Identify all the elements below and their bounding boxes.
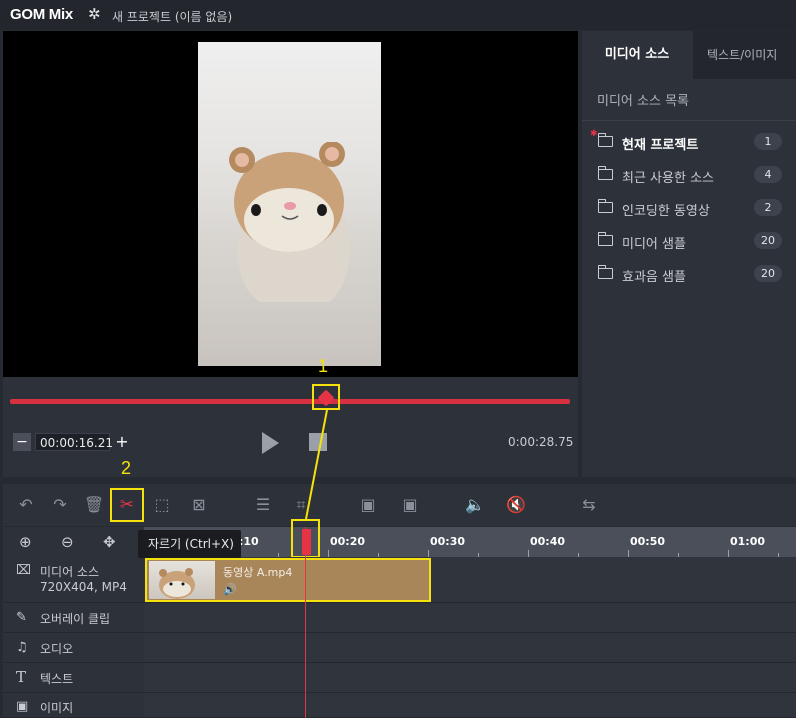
undo-icon[interactable]: ↶ [15, 494, 37, 516]
overlay-clip-icon: ✎ [16, 610, 27, 625]
track-header-text: T 텍스트 [3, 663, 144, 693]
source-count-badge: 20 [754, 265, 782, 282]
ruler-label: 00:30 [430, 535, 466, 548]
video-frame [198, 42, 381, 366]
ruler-tick [328, 550, 329, 557]
ruler-label: 00:40 [530, 535, 566, 548]
clip-thumbnail [149, 561, 215, 599]
folder-icon [597, 166, 613, 180]
image-icon[interactable]: ▣ [357, 494, 379, 516]
track-header-image: ▣ 이미지 [3, 693, 144, 718]
source-item-label: 효과음 샘플 [622, 270, 686, 285]
track-header-media: ⌧ 미디어 소스 720X404, MP4 [3, 557, 144, 603]
remove-range-icon[interactable]: ⊠ [188, 494, 210, 516]
ruler-label: 01:00 [730, 535, 766, 548]
folder-open-icon [597, 133, 613, 147]
track-image[interactable] [144, 693, 796, 718]
highlight-box-2 [110, 488, 144, 522]
crop-icon[interactable]: ⌗ [290, 494, 312, 516]
adjust-sliders-icon[interactable]: ☰ [252, 494, 274, 516]
ruler-tick [428, 550, 429, 557]
image-icon: ▣ [16, 699, 29, 714]
ruler-label: 00:50 [630, 535, 666, 548]
track-text[interactable] [144, 663, 796, 693]
track-label: 텍스트 [40, 672, 74, 686]
seek-bar[interactable] [10, 399, 570, 404]
total-duration: 0:00:28.75 [508, 435, 574, 449]
frame-back-button[interactable]: − [13, 433, 31, 451]
gear-icon[interactable]: ✲ [88, 5, 101, 23]
track-label: 미디어 소스 [40, 565, 100, 579]
music-note-icon: ♫ [16, 640, 28, 655]
zoom-in-icon[interactable]: ⊕ [19, 533, 32, 551]
speaker-icon: 🔊 [223, 583, 237, 596]
track-label: 이미지 [40, 701, 74, 715]
stop-button[interactable] [309, 433, 327, 451]
text-icon: T [16, 668, 27, 686]
track-header-overlay: ✎ 오버레이 클립 [3, 603, 144, 633]
ruler-tick [728, 550, 729, 557]
source-count-badge: 2 [754, 199, 782, 216]
track-sublabel: 720X404, MP4 [40, 580, 127, 594]
active-dot-icon: ✱ [590, 129, 598, 139]
highlight-box-1 [312, 384, 340, 410]
ruler-tick [528, 550, 529, 557]
source-item-label: 인코딩한 동영상 [622, 204, 710, 219]
zoom-out-icon[interactable]: ⊖ [61, 533, 74, 551]
track-header-audio: ♫ 오디오 [3, 633, 144, 663]
current-time-field[interactable]: 00:00:16.21 [35, 433, 113, 451]
divider [582, 120, 796, 121]
trash-icon[interactable]: 🗑 [83, 494, 105, 516]
annotation-label-1: 1 [318, 356, 329, 376]
source-item-recent[interactable]: 최근 사용한 소스 4 [582, 158, 796, 191]
ruler-tick [628, 550, 629, 557]
track-audio[interactable] [144, 633, 796, 663]
image-plus-icon[interactable]: ▣ [399, 494, 421, 516]
annotation-label-2: 2 [121, 458, 132, 478]
tab-text-image[interactable]: 텍스트/이미지 [693, 31, 796, 79]
cut-tooltip: 자르기 (Ctrl+X) [138, 530, 241, 558]
source-item-sound-samples[interactable]: 효과음 샘플 20 [582, 257, 796, 290]
track-overlay[interactable] [144, 603, 796, 633]
source-item-encoded[interactable]: 인코딩한 동영상 2 [582, 191, 796, 224]
timeline-playhead[interactable] [305, 527, 306, 718]
media-list-title: 미디어 소스 목록 [597, 94, 689, 109]
source-item-label: 최근 사용한 소스 [622, 171, 714, 186]
track-label: 오디오 [40, 642, 74, 656]
source-count-badge: 1 [754, 133, 782, 150]
volume-icon[interactable]: 🔈 [464, 494, 486, 516]
select-range-icon[interactable]: ⬚ [151, 494, 173, 516]
source-item-media-samples[interactable]: 미디어 샘플 20 [582, 224, 796, 257]
project-title: 새 프로젝트 (이름 없음) [112, 10, 233, 24]
source-count-badge: 4 [754, 166, 782, 183]
film-icon: ⌧ [16, 563, 31, 578]
fit-timeline-icon[interactable]: ✥ [103, 533, 116, 551]
source-count-badge: 20 [754, 232, 782, 249]
folder-icon [597, 232, 613, 246]
ruler-label: 00:20 [330, 535, 366, 548]
folder-export-icon [597, 199, 613, 213]
clip-name: 동영상 A.mp4 [223, 566, 293, 579]
playback-controls [3, 377, 578, 477]
frame-forward-button[interactable]: + [113, 433, 131, 451]
folder-icon [597, 265, 613, 279]
app-logo: GOM Mix [10, 6, 73, 23]
play-button[interactable] [262, 432, 279, 454]
source-item-label: 미디어 샘플 [622, 237, 686, 252]
mute-icon[interactable]: 🔇 [505, 494, 527, 516]
export-icon[interactable]: ⇆ [574, 494, 604, 516]
video-clip[interactable]: 동영상 A.mp4 🔊 [145, 558, 431, 602]
source-item-label: 현재 프로젝트 [622, 138, 699, 153]
tab-media-source[interactable]: 미디어 소스 [582, 31, 692, 79]
track-label: 오버레이 클립 [40, 612, 111, 626]
source-item-current-project[interactable]: ✱ 현재 프로젝트 1 [582, 125, 796, 158]
redo-icon[interactable]: ↷ [49, 494, 71, 516]
ruler-label: :10 [239, 535, 259, 548]
hamster-plush-image [229, 142, 350, 302]
